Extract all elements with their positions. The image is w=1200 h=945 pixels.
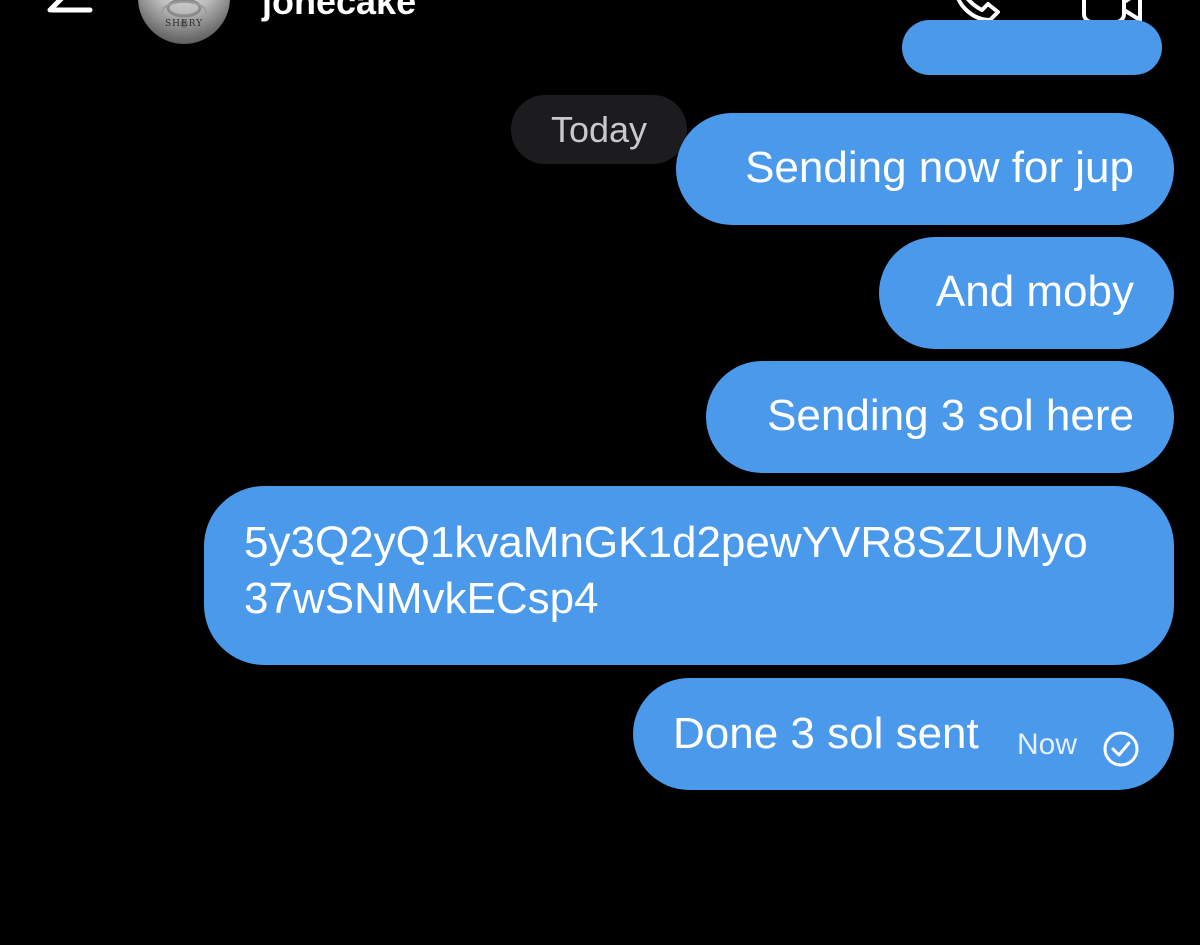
arrow-left-icon <box>47 0 93 13</box>
back-button[interactable] <box>38 0 98 28</box>
message-bubble[interactable]: Done 3 sol sent Now <box>633 678 1174 790</box>
read-check-icon <box>1103 731 1139 767</box>
message-timestamp: Now <box>1017 728 1078 761</box>
message-bubble[interactable]: Sending 3 sol here <box>706 361 1174 473</box>
message-text: And moby <box>935 267 1134 316</box>
message-text-line: 37wSNMvkECsp4 <box>244 574 599 623</box>
message-text: Sending 3 sol here <box>767 391 1134 440</box>
previous-message-bubble[interactable] <box>902 20 1162 75</box>
message-bubble[interactable]: Sending now for jup <box>676 113 1174 225</box>
message-bubble[interactable]: And moby <box>879 237 1174 349</box>
avatar-caption: SHERY <box>164 19 204 29</box>
day-separator: Today <box>511 95 687 164</box>
message-text: Done 3 sol sent <box>673 709 979 758</box>
message-text-line: 5y3Q2yQ1kvaMnGK1d2pewYVR8SZUMyo <box>244 518 1088 567</box>
message-text: Sending now for jup <box>745 143 1134 192</box>
contact-name[interactable]: jonecake <box>262 0 416 22</box>
message-bubble[interactable]: 5y3Q2yQ1kvaMnGK1d2pewYVR8SZUMyo 37wSNMvk… <box>204 486 1174 665</box>
avatar[interactable]: SHERY <box>138 0 230 44</box>
